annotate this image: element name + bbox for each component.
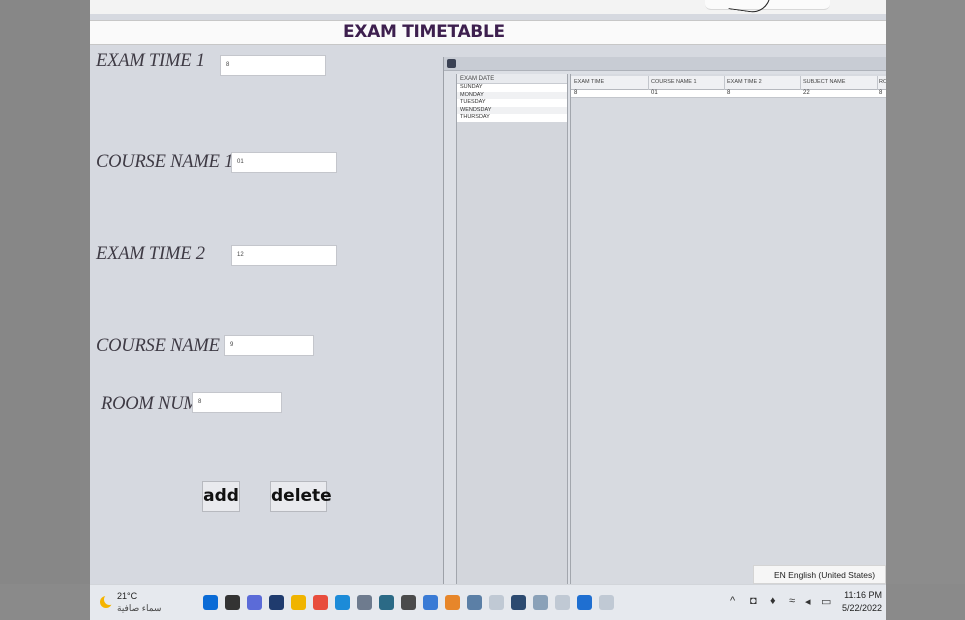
table-cell: 22 — [803, 90, 810, 96]
table-row[interactable]: 8 01 8 22 8 — [571, 90, 886, 98]
language-indicator[interactable]: EN English (United States) — [753, 565, 886, 584]
wifi-icon[interactable]: ≈ — [789, 595, 795, 607]
panel-menu-icon[interactable] — [447, 59, 456, 68]
exam-time-1-label: EXAM TIME 1 — [96, 51, 205, 71]
column-header[interactable]: SUBJECT NAME — [803, 79, 845, 85]
column-header[interactable]: EXAM TIME 2 — [727, 79, 762, 85]
exam-time-2-field[interactable]: 12 — [231, 245, 337, 266]
search-icon[interactable] — [225, 595, 240, 610]
java-icon[interactable] — [555, 595, 570, 610]
panel-header — [444, 57, 886, 71]
microphone-icon[interactable]: ♦ — [770, 595, 776, 607]
top-strip — [90, 0, 886, 15]
file-explorer-icon[interactable] — [291, 595, 306, 610]
teams-icon[interactable] — [247, 595, 262, 610]
temperature[interactable]: 21°C — [117, 591, 137, 601]
course-name-1-label: COURSE NAME 1 — [96, 152, 234, 172]
clock-date: 5/22/2022 — [842, 603, 883, 613]
timetable-grid: EXAM TIME COURSE NAME 1 EXAM TIME 2 SUBJ… — [570, 74, 886, 584]
windows-start-icon[interactable] — [203, 595, 218, 610]
table-header: EXAM TIME COURSE NAME 1 EXAM TIME 2 SUBJ… — [571, 76, 886, 90]
java-icon[interactable] — [489, 595, 504, 610]
chrome-icon[interactable] — [313, 595, 328, 610]
left-background — [0, 0, 90, 584]
java-app-icon[interactable] — [599, 595, 614, 610]
moon-icon[interactable] — [100, 594, 115, 608]
window-title: EXAM TIMETABLE — [343, 22, 505, 42]
list-item[interactable]: TUESDAY — [457, 99, 567, 107]
zoom-tray-icon[interactable]: ◘ — [750, 595, 757, 607]
widgets-icon[interactable] — [269, 595, 284, 610]
zoom-icon[interactable] — [577, 595, 592, 610]
table-cell: 8 — [727, 90, 731, 96]
app-icon[interactable] — [467, 595, 482, 610]
exam-time-1-field[interactable]: 8 — [220, 55, 326, 76]
taskbar: 21°C سماء صافية ^ ◘ ♦ ≈ ◂ ▭ 11:16 PM 5/2… — [90, 584, 886, 620]
speaker-icon[interactable]: ◂ — [805, 595, 811, 608]
table-cell: 8 — [574, 90, 578, 96]
course-name-2-field[interactable]: 9 — [224, 335, 314, 356]
exam-date-header: EXAM DATE — [457, 74, 567, 84]
room-num-label: ROOM NUM — [101, 394, 199, 414]
list-item[interactable]: SUNDAY — [457, 84, 567, 92]
title-bar: EXAM TIMETABLE — [90, 20, 886, 45]
add-button[interactable]: add — [202, 481, 240, 512]
delete-button[interactable]: delete — [270, 481, 332, 512]
shield-icon[interactable] — [511, 595, 526, 610]
course-name-1-field[interactable]: 01 — [231, 152, 337, 173]
list-item[interactable]: WENDSDAY — [457, 106, 567, 114]
security-icon[interactable] — [357, 595, 372, 610]
exam-time-2-label: EXAM TIME 2 — [96, 244, 205, 264]
column-header[interactable]: COURSE NAME 1 — [651, 79, 697, 85]
notepad-icon[interactable] — [533, 595, 548, 610]
table-cell: 01 — [651, 90, 658, 96]
chevron-up-icon[interactable]: ^ — [730, 595, 735, 607]
settings-icon[interactable] — [401, 595, 416, 610]
browser-icon[interactable] — [423, 595, 438, 610]
timetable-panel: EXAM DATE SUNDAY MONDAY TUESDAY WENDSDAY… — [443, 57, 886, 584]
course-name-2-label: COURSE NAME 2 — [96, 336, 234, 356]
language-label: EN English (United States) — [774, 570, 876, 580]
list-item[interactable]: THURSDAY — [457, 114, 567, 122]
brave-icon[interactable] — [445, 595, 460, 610]
exam-date-list: EXAM DATE SUNDAY MONDAY TUESDAY WENDSDAY… — [456, 74, 568, 584]
table-cell: 8 — [879, 90, 883, 96]
app-window: EXAM TIMETABLE EXAM TIME 1 8 COURSE NAME… — [90, 0, 886, 584]
list-item[interactable]: MONDAY — [457, 91, 567, 99]
clock-time: 11:16 PM — [844, 590, 882, 600]
right-background — [886, 0, 965, 584]
room-num-field[interactable]: 8 — [192, 392, 282, 413]
battery-icon[interactable]: ▭ — [821, 595, 831, 608]
weather-condition: سماء صافية — [117, 603, 162, 613]
netbeans-icon[interactable] — [379, 595, 394, 610]
edge-icon[interactable] — [335, 595, 350, 610]
column-header[interactable]: RO — [879, 79, 886, 85]
system-clock[interactable]: 11:16 PM 5/22/2022 — [842, 589, 882, 615]
column-header[interactable]: EXAM TIME — [574, 79, 604, 85]
